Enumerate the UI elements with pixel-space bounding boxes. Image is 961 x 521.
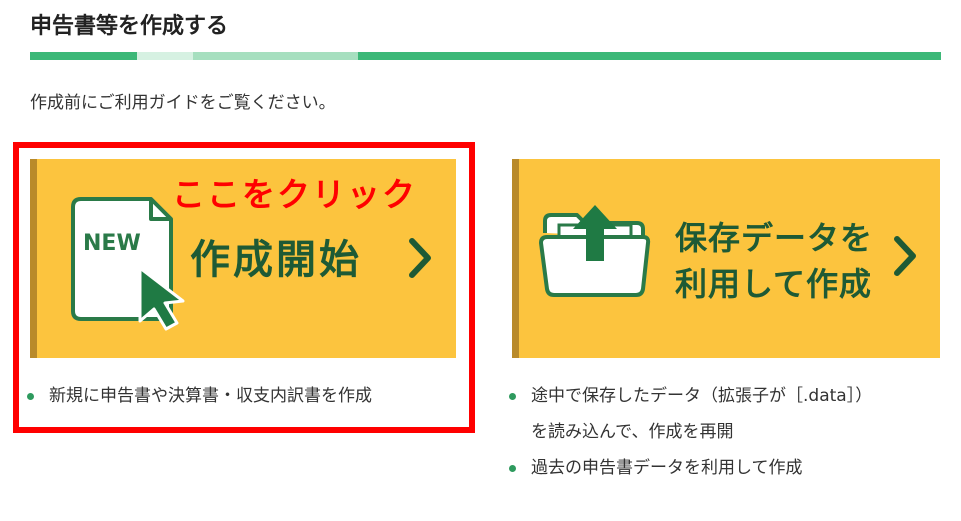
bullet-dot	[509, 393, 516, 400]
use-saved-data-button[interactable]: 保存データを 利用して作成	[512, 159, 940, 358]
bullet-dot	[509, 465, 516, 472]
click-here-annotation: ここをクリック	[172, 175, 417, 214]
start-new-button[interactable]: NEW ここをクリック 作成開始	[30, 159, 456, 358]
title-underline-segment	[137, 52, 193, 60]
use-saved-data-label-line1: 保存データを	[675, 219, 874, 257]
start-new-description-list: 新規に申告書や決算書・収支内訳書を作成	[27, 378, 372, 414]
list-item: 過去の申告書データを利用して作成	[509, 450, 954, 486]
intro-text: 作成前にご利用ガイドをご覧ください。	[30, 93, 336, 113]
list-item-text: 過去の申告書データを利用して作成	[531, 458, 803, 478]
new-badge-text: NEW	[83, 231, 141, 256]
folder-upload-icon	[539, 205, 651, 297]
list-item-text-continued: を読み込んで、作成を再開	[531, 422, 734, 442]
chevron-right-icon	[409, 238, 431, 278]
list-item: 新規に申告書や決算書・収支内訳書を作成	[27, 378, 372, 414]
use-saved-data-description-list: 途中で保存したデータ（拡張子が［.data］） を読み込んで、作成を再開 過去の…	[509, 378, 954, 486]
bullet-dot	[27, 393, 34, 400]
start-new-label: 作成開始	[190, 237, 362, 283]
page-title: 申告書等を作成する	[30, 14, 229, 39]
use-saved-data-label-line2: 利用して作成	[675, 265, 873, 303]
title-underline-segment	[30, 52, 137, 60]
list-item-text: 途中で保存したデータ（拡張子が［.data］）	[531, 386, 873, 406]
title-underline	[30, 52, 941, 60]
chevron-right-icon	[894, 236, 916, 276]
use-saved-data-label: 保存データを 利用して作成	[675, 215, 873, 307]
list-item: 途中で保存したデータ（拡張子が［.data］） を読み込んで、作成を再開	[509, 378, 954, 450]
title-underline-segment	[193, 52, 358, 60]
list-item-text: 新規に申告書や決算書・収支内訳書を作成	[49, 386, 372, 406]
title-underline-segment	[358, 52, 941, 60]
